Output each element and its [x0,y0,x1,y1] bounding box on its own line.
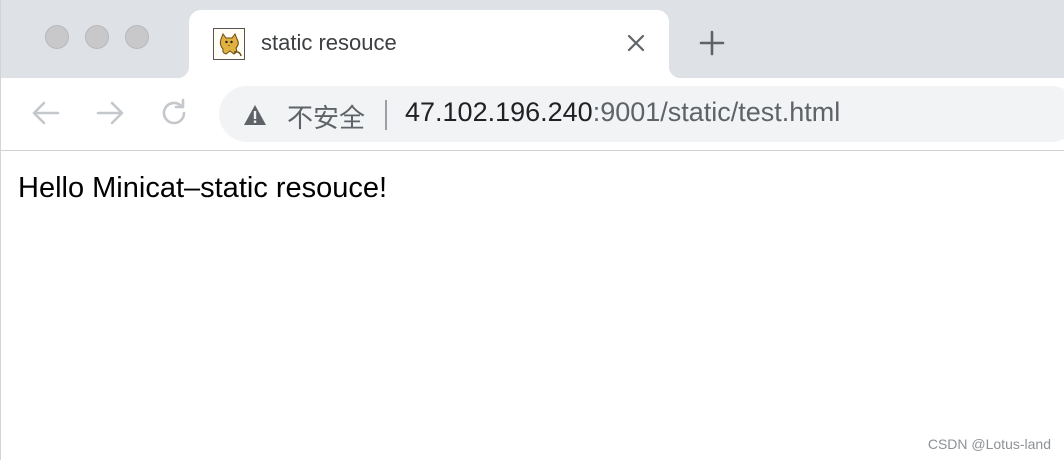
tab-active[interactable]: static resouce [177,10,681,78]
reload-icon[interactable] [157,96,191,130]
url-host: 47.102.196.240 [405,97,593,127]
back-arrow-icon[interactable] [29,96,63,130]
window-zoom-light[interactable] [125,25,149,49]
browser-window: static resouce 不安全 47.102.196.240:9001/s… [0,0,1064,460]
forward-arrow-icon[interactable] [93,96,127,130]
window-close-light[interactable] [45,25,69,49]
new-tab-plus-icon[interactable] [698,29,726,57]
tab-title: static resouce [261,30,397,55]
browser-toolbar: 不安全 47.102.196.240:9001/static/test.html [1,78,1064,151]
window-minimize-light[interactable] [85,25,109,49]
page-body-text: Hello Minicat–static resouce! [18,172,388,204]
url-path: :9001/static/test.html [592,97,841,127]
watermark: CSDN @Lotus-land [927,436,1051,452]
url-text[interactable]: 47.102.196.240:9001/static/test.html [405,97,840,128]
omnibox-divider [385,100,387,130]
security-label[interactable]: 不安全 [287,98,365,135]
tab-strip: static resouce [1,0,1064,78]
address-bar[interactable]: 不安全 47.102.196.240:9001/static/test.html [219,86,1064,142]
close-tab-icon[interactable] [625,32,647,54]
warning-triangle-icon[interactable] [243,104,267,126]
page-content: Hello Minicat–static resouce! CSDN @Lotu… [1,151,1064,460]
tomcat-cat-icon [213,28,245,60]
